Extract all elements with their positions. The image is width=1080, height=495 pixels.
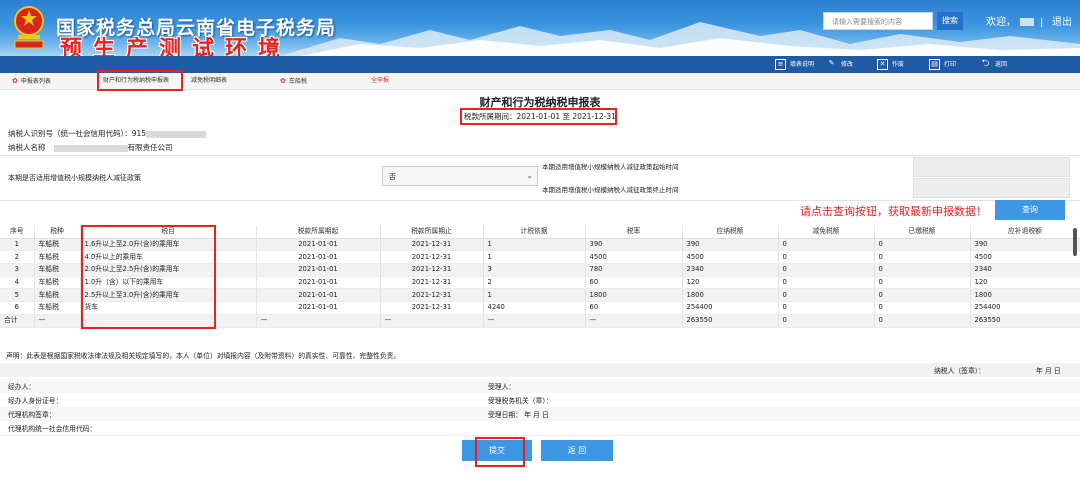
signature-row: 纳税人（签章）： 年 月 日 (0, 363, 1080, 377)
national-emblem-icon (14, 6, 44, 49)
receiver-label: 受理人： (488, 383, 516, 391)
policy-question: 本期是否适用增值税小规模纳税人减征政策 (8, 174, 141, 182)
back-arrow-icon: ⮌ (981, 58, 990, 69)
query-prompt: 请点击查询按钮，获取最新申报数据！ (800, 205, 987, 218)
edit-button[interactable]: ✎ 修改 (826, 58, 853, 71)
policy-section: 本期是否适用增值税小规模纳税人减征政策 否 ⌄ 本期适用增值税小规模纳税人减征政策… (0, 155, 1080, 201)
highlight-period (460, 108, 617, 125)
printer-icon: ▤ (929, 59, 940, 70)
policy-select[interactable]: 否 ⌄ (382, 166, 538, 186)
sign-date: 年 月 日 (1036, 367, 1061, 375)
tab-declaration-list[interactable]: ✿ 申报表列表 (12, 73, 51, 89)
receiving-office-label: 受理税务机关（章）： (488, 397, 553, 405)
environment-title: 预生产测试环境 (60, 36, 292, 56)
tab-full-declaration[interactable]: 全申报 (371, 73, 389, 89)
taxpayer-id: 纳税人识别号（统一社会信用代码）：915 (8, 128, 207, 139)
query-button[interactable]: 查询 (995, 200, 1065, 220)
masked-value (53, 144, 128, 152)
agency-seal-label: 代理机构签章： (8, 411, 56, 419)
logout-link[interactable]: 退出 (1052, 13, 1072, 28)
tab-tax-reduction-details[interactable]: 减免税明细表 (191, 73, 227, 89)
pencil-icon: ✎ (828, 59, 835, 67)
gear-icon: ✿ (280, 77, 286, 85)
policy-end-field[interactable] (913, 178, 1070, 198)
signer-label: 纳税人（签章）： (934, 367, 985, 375)
highlight-tab (97, 70, 183, 91)
taxpayer-name: 纳税人名称 有限责任公司 (8, 143, 173, 152)
highlight-tax-items (81, 225, 216, 329)
chevron-down-icon: ⌄ (526, 171, 533, 180)
masked-value (146, 130, 207, 138)
welcome-text: 欢迎， | (986, 17, 1044, 28)
instructions-button[interactable]: ≡ 填表说明 (775, 58, 814, 71)
meta-band (0, 421, 1080, 436)
search-input[interactable]: 请输入需要搜索的内容 (823, 12, 933, 30)
policy-start-field[interactable] (913, 157, 1070, 177)
username-masked (1020, 18, 1034, 26)
search-button[interactable]: 搜索 (937, 12, 963, 30)
void-button[interactable]: ✕ 作废 (877, 58, 904, 71)
agency-code-label: 代理机构统一社会信用代码： (8, 425, 97, 433)
operator-id-label: 经办人身份证号： (8, 397, 63, 405)
tab-vehicle-vessel-tax[interactable]: ✿ 车船税 (280, 73, 307, 89)
meta-band (0, 379, 1080, 394)
void-icon: ✕ (877, 59, 888, 70)
declaration-statement: 声明：此表是根据国家税收法律法规及相关规定填写的，本人（单位）对填报内容（及附带… (6, 352, 401, 360)
back-toolbar-button[interactable]: ⮌ 返回 (980, 58, 1007, 71)
policy-start-label: 本期适用增值税小规模纳税人减征政策起始时间 (542, 163, 679, 171)
back-button[interactable]: 返 回 (541, 440, 613, 461)
vertical-scrollbar[interactable] (1073, 228, 1077, 256)
receive-date-label: 受理日期： 年 月 日 (488, 411, 549, 419)
gear-icon: ✿ (12, 77, 18, 85)
policy-end-label: 本期适用增值税小规模纳税人减征政策终止时间 (542, 186, 679, 194)
document-icon: ≡ (775, 59, 786, 70)
operator-label: 经办人： (8, 383, 36, 391)
highlight-submit (475, 437, 525, 467)
site-header: 国家税务总局云南省电子税务局 预生产测试环境 请输入需要搜索的内容 搜索 欢迎，… (0, 0, 1080, 56)
print-button[interactable]: ▤ 打印 (929, 58, 956, 71)
